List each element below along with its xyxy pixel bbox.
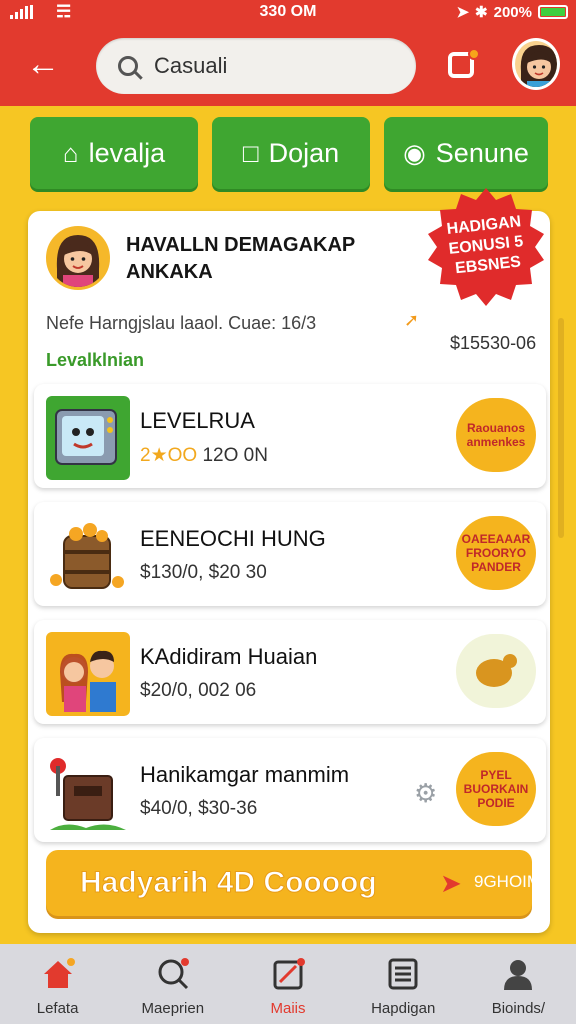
game-card[interactable]: LEVELRUA 2★OO 12O 0N Raouanos anmenkes: [34, 384, 546, 488]
search-icon: [118, 56, 138, 76]
game-badge[interactable]: PYEL BUORKAIN PODIE: [456, 752, 536, 826]
tab-list[interactable]: Hapdigan: [346, 944, 461, 1024]
game-badge[interactable]: OAEEAAAR FROORYO PANDER: [456, 516, 536, 590]
home-outline-icon: ⌂: [62, 137, 79, 168]
location-icon: ➤: [456, 4, 470, 21]
gear-icon[interactable]: ⚙: [414, 780, 440, 806]
robot-sign-icon: [46, 750, 130, 834]
game-card[interactable]: Hanikamgar manmim $40/0, $30-36 PYEL BUO…: [34, 738, 546, 842]
rating-stars: 2★OO: [140, 445, 198, 466]
search-chat-icon: [158, 958, 189, 990]
tab-home[interactable]: Lefata: [0, 944, 115, 1024]
game-title: EENEOCHI HUNG: [140, 526, 326, 551]
couple-characters-icon: [46, 632, 130, 716]
game-meta: 2★OO 12O 0N: [140, 444, 268, 467]
game-title: Hanikamgar manmim: [140, 762, 350, 787]
treasure-barrel-icon: [46, 514, 130, 598]
tab-messages[interactable]: Maeprien: [115, 944, 230, 1024]
notification-dot: [468, 48, 480, 60]
tv-character-icon: [46, 396, 130, 480]
category-button-senune[interactable]: ◉ Senune: [384, 117, 548, 189]
category-button-levalja[interactable]: ⌂ levalja: [30, 117, 198, 189]
battery-percent: 200%: [493, 3, 532, 21]
game-card[interactable]: EENEOCHI HUNG $130/0, $20 30 OAEEAAAR FR…: [34, 502, 546, 606]
featured-avatar: [46, 226, 110, 290]
featured-title: HAVALLN DEMAGAKAP ANKAKA: [126, 234, 355, 283]
game-meta: $20/0, 002 06: [140, 680, 257, 701]
category-label: Dojan: [268, 137, 340, 168]
paw-icon: ◉: [403, 137, 426, 168]
scrollbar[interactable]: [558, 318, 564, 538]
trend-arrow-icon: ➚: [404, 310, 420, 330]
notification-button[interactable]: [444, 48, 480, 84]
arrow-icon: ➤: [440, 868, 462, 898]
search-input[interactable]: [154, 53, 384, 79]
tab-label: Maiis: [270, 1000, 306, 1017]
list-icon: [388, 958, 418, 990]
save-icon: □: [242, 137, 259, 168]
search-bar[interactable]: [96, 38, 416, 94]
potato-icon-badge[interactable]: [456, 634, 536, 708]
home-icon: [43, 958, 75, 988]
play-cta-button[interactable]: Hadyarih 4D Coooog ➤ 9GHOIM: [46, 850, 541, 916]
tab-profile[interactable]: Bioinds/: [461, 944, 576, 1024]
status-bar: ☴ 330 OM ➤ ✱ 200%: [0, 0, 576, 26]
bluetooth-icon: ✱: [475, 4, 488, 21]
app-header: ←: [0, 26, 576, 106]
bonus-badge[interactable]: HADIGAN EONUSI 5 EBSNES: [420, 186, 552, 308]
game-card[interactable]: KAdidiram Huaian $20/0, 002 06: [34, 620, 546, 724]
game-title: LEVELRUA: [140, 408, 255, 433]
featured-subtitle: Nefe Harngjslau laaol. Cuae: 16/3: [46, 313, 317, 333]
level-label: Levalklnian: [46, 350, 145, 370]
category-label: Senune: [435, 137, 529, 168]
tab-label: Bioinds/: [491, 1000, 546, 1017]
game-badge[interactable]: Raouanos anmenkes: [456, 398, 536, 472]
edit-icon: [273, 958, 305, 990]
game-title: KAdidiram Huaian: [140, 644, 318, 669]
back-arrow-icon[interactable]: ←: [26, 47, 66, 84]
category-label: levalja: [88, 137, 166, 168]
tab-label: Lefata: [36, 1000, 79, 1017]
bottom-tab-bar: Lefata Maeprien Maiis Hapdigan Bioinds/: [0, 944, 576, 1024]
tab-mail[interactable]: Maiis: [230, 944, 345, 1024]
cta-sublabel: 9GHOIM: [474, 872, 542, 891]
user-icon: [504, 960, 533, 990]
game-meta-text: 12O 0N: [202, 445, 268, 466]
category-button-dojan[interactable]: □ Dojan: [212, 117, 370, 189]
profile-avatar[interactable]: [512, 38, 560, 90]
battery-icon: [538, 5, 568, 19]
game-meta: $130/0, $20 30: [140, 562, 267, 583]
cta-label: Hadyarih 4D Coooog: [80, 866, 378, 900]
tab-label: Maeprien: [141, 1000, 205, 1017]
tab-label: Hapdigan: [371, 1000, 436, 1017]
featured-price: $15530-06: [450, 333, 537, 353]
game-meta: $40/0, $30-36: [140, 798, 258, 819]
